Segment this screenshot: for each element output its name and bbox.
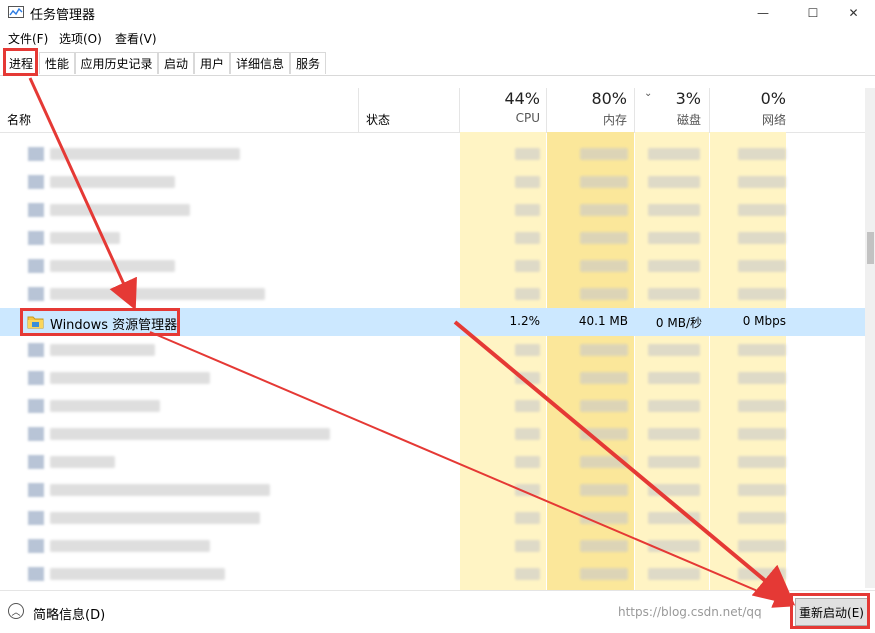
arrow-explorer-to-restart	[149, 331, 794, 608]
arrow-heavy-to-restart	[453, 320, 796, 606]
arrow-tab-to-explorer	[28, 77, 137, 311]
annotation-arrows	[28, 77, 796, 608]
